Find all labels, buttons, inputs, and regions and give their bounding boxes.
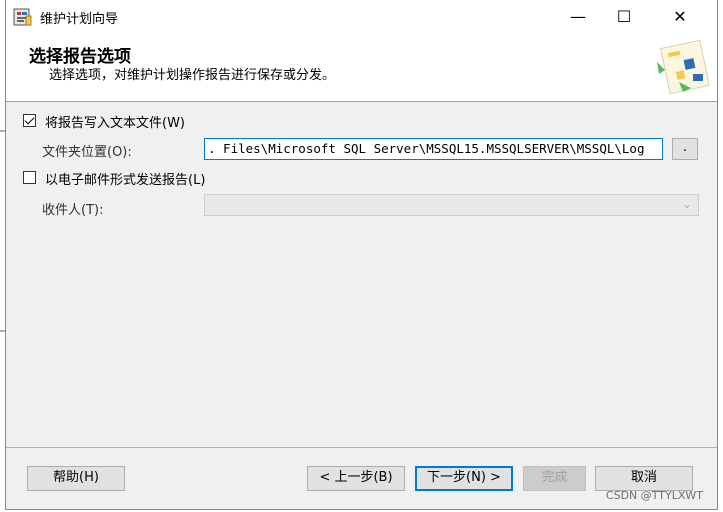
recipient-label: 收件人(T): xyxy=(42,203,104,218)
folder-location-label: 文件夹位置(O): xyxy=(42,145,132,160)
wizard-window: 维护计划向导 — ☐ ✕ 选择报告选项 选择选项，对维护计划操作报告进行保存或分… xyxy=(5,0,718,510)
email-report-checkbox[interactable] xyxy=(23,171,36,184)
email-report-label: 以电子邮件形式发送报告(L) xyxy=(45,173,206,188)
close-button[interactable]: ✕ xyxy=(657,0,703,32)
folder-location-input[interactable]: . Files\Microsoft SQL Server\MSSQL15.MSS… xyxy=(204,138,663,160)
watermark: CSDN @TTYLXWT xyxy=(605,489,703,502)
chevron-down-icon: ⌄ xyxy=(681,197,692,211)
maximize-button[interactable]: ☐ xyxy=(601,0,647,32)
help-button[interactable]: 帮助(H) xyxy=(27,466,125,491)
report-options-icon xyxy=(657,40,709,95)
write-report-checkbox[interactable] xyxy=(23,114,36,127)
minimize-button[interactable]: — xyxy=(555,0,601,32)
page-header: 选择报告选项 选择选项，对维护计划操作报告进行保存或分发。 xyxy=(6,34,717,102)
cancel-button[interactable]: 取消 xyxy=(595,466,693,491)
finish-button[interactable]: 完成 xyxy=(523,466,586,491)
title-bar: 维护计划向导 — ☐ ✕ xyxy=(6,0,717,34)
prev-button[interactable]: < 上一步(B) xyxy=(307,466,405,491)
write-report-label: 将报告写入文本文件(W) xyxy=(45,116,185,131)
recipient-select[interactable]: ⌄ xyxy=(204,194,699,216)
page-subtitle: 选择选项，对维护计划操作报告进行保存或分发。 xyxy=(49,68,336,83)
window-title: 维护计划向导 xyxy=(40,12,119,27)
next-button[interactable]: 下一步(N) > xyxy=(415,466,513,491)
browse-folder-button[interactable]: . xyxy=(672,138,698,160)
footer-divider xyxy=(6,447,717,448)
options-panel: 将报告写入文本文件(W) 文件夹位置(O): . Files\Microsoft… xyxy=(6,102,717,447)
maintenance-plan-app-icon xyxy=(13,8,32,26)
